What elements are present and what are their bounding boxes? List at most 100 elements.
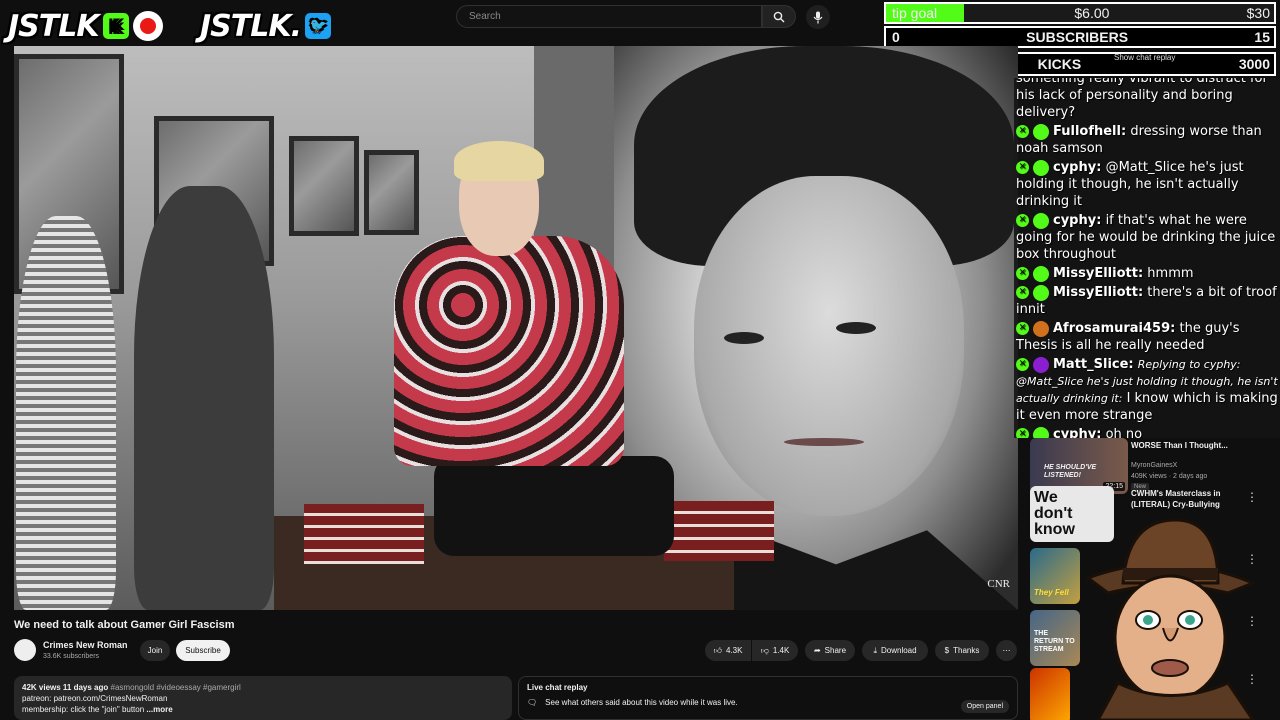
- thanks-button[interactable]: $ Thanks: [935, 640, 989, 661]
- more-options-icon[interactable]: ⋮: [1246, 490, 1258, 504]
- portrait-face: [694, 176, 964, 516]
- user-avatar-icon: [1033, 284, 1049, 301]
- user-avatar-icon: [1033, 320, 1049, 337]
- painting: [289, 136, 359, 236]
- chat-username[interactable]: cyphy:: [1053, 213, 1101, 228]
- join-button[interactable]: Join: [140, 640, 170, 661]
- book-stack: [664, 501, 774, 561]
- live-chat-subtitle: See what others said about this video wh…: [545, 698, 738, 707]
- chat-message: ✕ cyphy: if that's what he were going for…: [1014, 211, 1280, 264]
- chat-message: ✕ Fullofhell: dressing worse than noah sa…: [1014, 122, 1280, 158]
- twitter-bird-icon: 🐦: [305, 13, 331, 39]
- recommended-title[interactable]: WORSE Than I Thought...: [1131, 440, 1249, 451]
- chat-username[interactable]: MissyElliott:: [1053, 285, 1143, 300]
- chat-message: ✕ MissyElliott: there's a bit of troof in…: [1014, 283, 1280, 319]
- host-shirt: [394, 236, 624, 466]
- video-thumbnail[interactable]: [1030, 668, 1070, 720]
- chat-message: something really vibrant to distract for…: [1014, 78, 1280, 122]
- thumbs-up-icon: 👍︎: [713, 645, 722, 655]
- open-panel-button[interactable]: Open panel: [960, 700, 1009, 713]
- download-button[interactable]: ⤓ Download: [862, 640, 928, 661]
- chat-text: @Matt_Slice he's just holding it though,…: [1016, 160, 1244, 209]
- subscriber-count: 33.6K subscribers: [43, 653, 100, 660]
- join-label: Join: [147, 646, 163, 655]
- description-box[interactable]: 42K views 11 days ago #asmongold #videoe…: [14, 676, 512, 720]
- tip-goal-bar: tip goal $6.00 $30: [884, 2, 1276, 24]
- voice-search-button[interactable]: [806, 5, 830, 29]
- painting: [364, 150, 419, 235]
- like-button[interactable]: 👍︎ 4.3K: [705, 640, 751, 661]
- moderator-badge-icon: ✕: [1016, 322, 1029, 335]
- chat-message: ✕ Matt_Slice: Replying to cyphy: @Matt_Sl…: [1014, 355, 1280, 425]
- user-avatar-icon: [1033, 426, 1049, 438]
- search-icon: [773, 11, 785, 22]
- download-label: Download: [880, 646, 917, 655]
- search-input[interactable]: Search: [456, 5, 762, 28]
- chat-bubble-icon: 🗨︎: [527, 698, 538, 707]
- tip-goal-current: $6.00: [1074, 5, 1110, 21]
- chat-username[interactable]: Afrosamurai459:: [1053, 321, 1175, 336]
- hashtags[interactable]: #asmongold #videoessay #gamergirl: [111, 683, 241, 692]
- video-thumbnail[interactable]: They Fell: [1030, 548, 1080, 604]
- dislike-button[interactable]: 👎︎ 1.4K: [752, 640, 798, 661]
- recommended-channel[interactable]: MyronGainesX: [1131, 462, 1177, 469]
- recommended-title[interactable]: CWHM's Masterclass in (LITERAL) Cry-Bull…: [1131, 488, 1249, 510]
- chat-overlay: something really vibrant to distract for…: [1014, 78, 1280, 438]
- thanks-icon: $: [944, 646, 950, 655]
- thanks-label: Thanks: [953, 646, 980, 655]
- chat-username[interactable]: Matt_Slice:: [1053, 357, 1134, 372]
- subscribers-label: SUBSCRIBERS: [1026, 29, 1129, 45]
- live-chat-replay-box: Live chat replay 🗨︎ See what others said…: [518, 676, 1018, 720]
- video-thumbnail[interactable]: THE RETURN TO STREAM: [1030, 610, 1080, 666]
- more-actions-button[interactable]: ⋯: [996, 640, 1017, 661]
- thumbs-down-icon: 👎︎: [760, 645, 769, 655]
- moderator-badge-icon: ✕: [1016, 286, 1029, 299]
- view-and-date: 42K views 11 days ago: [22, 683, 109, 692]
- chat-text: something really vibrant to distract for…: [1016, 78, 1268, 120]
- screen: JSTLK K JSTLK. 🐦 Search tip goal $6.00 $…: [0, 0, 1280, 720]
- chat-username[interactable]: cyphy:: [1053, 427, 1101, 438]
- record-icon: [132, 11, 163, 41]
- chat-message: ✕ Afrosamurai459: the guy's Thesis is all…: [1014, 319, 1280, 355]
- portrait-eye: [836, 322, 876, 334]
- like-count: 4.3K: [725, 646, 743, 655]
- book-stack: [304, 504, 424, 564]
- thumbnail-text: THE RETURN TO STREAM: [1034, 630, 1075, 653]
- chat-username[interactable]: Fullofhell:: [1053, 124, 1126, 139]
- host-hair: [454, 141, 544, 181]
- user-avatar-icon: [1033, 212, 1049, 229]
- video-watermark: CNR: [987, 578, 1010, 590]
- description-line: patreon: patreon.com/CrimesNewRoman: [22, 694, 168, 703]
- chat-text: hmmm: [1147, 266, 1194, 281]
- search-button[interactable]: [762, 5, 796, 28]
- kick-brand-text: JSTLK: [8, 8, 100, 44]
- description-line: membership: click the "join" button: [22, 705, 145, 714]
- chat-username[interactable]: MissyElliott:: [1053, 266, 1143, 281]
- share-label: Share: [824, 646, 847, 655]
- channel-avatar[interactable]: [14, 639, 36, 661]
- subscribers-current: 0: [892, 29, 900, 45]
- detective-avatar-overlay: [1084, 518, 1257, 720]
- show-more-link[interactable]: ...more: [146, 705, 172, 714]
- user-avatar-icon: [1033, 159, 1049, 176]
- moderator-badge-icon: ✕: [1016, 358, 1029, 371]
- channel-name[interactable]: Crimes New Roman: [43, 640, 128, 650]
- chat-message: ✕ cyphy: oh no: [1014, 425, 1280, 438]
- moderator-badge-icon: ✕: [1016, 214, 1029, 227]
- video-title: We need to talk about Gamer Girl Fascism: [14, 619, 235, 631]
- portrait-eye: [724, 332, 764, 344]
- moderator-badge-icon: ✕: [1016, 161, 1029, 174]
- subscribe-button[interactable]: Subscribe: [176, 640, 230, 661]
- share-button[interactable]: ➦ Share: [805, 640, 855, 661]
- video-player[interactable]: CNR: [14, 46, 1018, 610]
- visitor-figure: [16, 216, 116, 610]
- chat-username[interactable]: cyphy:: [1053, 160, 1101, 175]
- show-chat-replay-label[interactable]: Show chat replay: [1114, 53, 1175, 62]
- dislike-count: 1.4K: [772, 646, 790, 655]
- twitter-brand-text: JSTLK.: [200, 8, 302, 44]
- recommended-meta: 409K views · 2 days ago: [1131, 473, 1208, 480]
- kick-logo-icon: K: [102, 13, 129, 39]
- subscribers-goal-bar: 0 SUBSCRIBERS 15: [884, 26, 1276, 48]
- subscribers-target: 15: [1254, 29, 1270, 45]
- moderator-badge-icon: ✕: [1016, 428, 1029, 438]
